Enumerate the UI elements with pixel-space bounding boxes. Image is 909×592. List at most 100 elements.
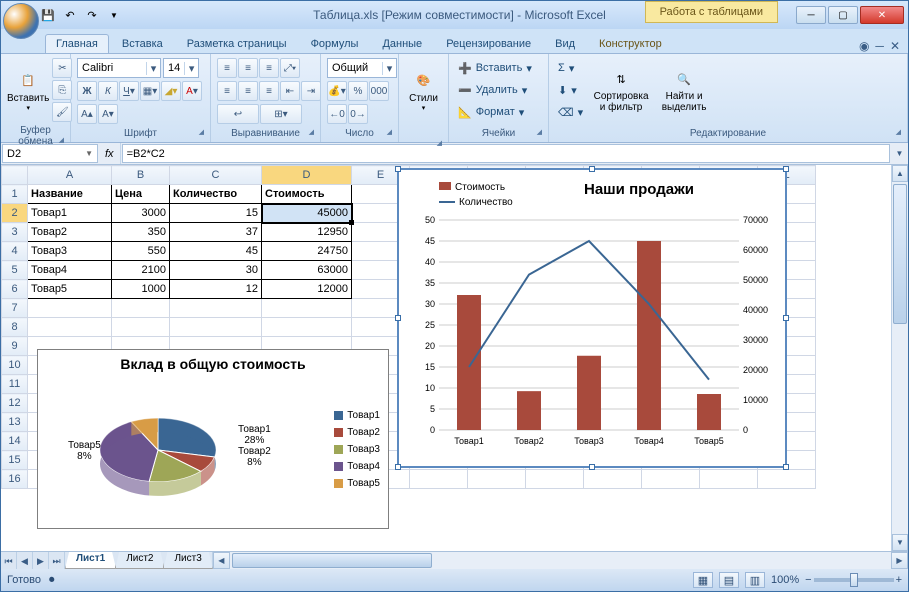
increase-indent-icon[interactable]: ⇥ [301,81,321,101]
zoom-out-icon[interactable]: − [805,574,811,586]
svg-text:40000: 40000 [743,305,768,315]
border-icon[interactable]: ▦▾ [140,81,160,101]
delete-cells-button[interactable]: ➖Удалить▾ [455,80,535,100]
tab-home[interactable]: Главная [45,34,109,53]
zoom-value: 100% [771,574,799,586]
tab-data[interactable]: Данные [371,34,433,53]
autosum-button[interactable]: Σ▾ [555,58,586,78]
find-select-button[interactable]: 🔍 Найти и выделить [656,58,712,122]
prev-sheet-icon[interactable]: ◀ [17,552,33,570]
align-bottom-icon[interactable]: ≡ [259,58,279,78]
group-font-label: Шрифт [75,127,206,140]
group-editing-label: Редактирование [553,127,903,140]
clear-button[interactable]: ⌫▾ [555,102,586,122]
cut-icon[interactable]: ✂ [52,58,72,78]
office-button[interactable] [3,3,39,39]
redo-icon[interactable]: ↷ [83,6,101,24]
help-icon[interactable]: ◉ [859,39,869,53]
currency-icon[interactable]: 💰▾ [327,81,347,101]
comma-icon[interactable]: 000 [369,81,389,101]
sheet-tab-2[interactable]: Лист2 [115,552,164,569]
next-sheet-icon[interactable]: ▶ [33,552,49,570]
grid[interactable]: ABCDEFGHIJKL1НазваниеЦенаКоличествоСтоим… [1,165,891,551]
qat-dropdown-icon[interactable]: ▼ [105,6,123,24]
decrease-font-icon[interactable]: A▾ [98,104,118,124]
svg-text:35: 35 [425,278,435,288]
maximize-button[interactable]: ▢ [828,6,858,24]
decrease-indent-icon[interactable]: ⇤ [280,81,300,101]
align-top-icon[interactable]: ≡ [217,58,237,78]
sort-label: Сортировка и фильтр [594,91,649,113]
align-center-icon[interactable]: ≡ [238,81,258,101]
styles-button[interactable]: 🎨 Стили ▾ [405,58,442,122]
chart-pie[interactable]: Вклад в общую стоимость Товар1Товар2Това… [37,349,389,529]
chart-combo[interactable]: Наши продажиСтоимостьКоличество051015202… [397,168,787,468]
paste-button[interactable]: 📋 Вставить ▾ [7,58,49,122]
zoom-in-icon[interactable]: + [896,574,902,586]
undo-icon[interactable]: ↶ [61,6,79,24]
horizontal-scrollbar[interactable]: ◀ ▶ [212,552,908,569]
formula-expand-icon[interactable]: ▼ [891,143,908,164]
tab-view[interactable]: Вид [544,34,586,53]
wrap-text-icon[interactable]: ↩ [217,104,259,124]
bottom-bar: ⏮ ◀ ▶ ⏭ Лист1 Лист2 Лист3 ◀ ▶ Готово ⏺ ▦… [1,551,908,591]
svg-text:0: 0 [743,425,748,435]
copy-icon[interactable]: ⎘ [52,80,72,100]
minimize-ribbon-icon[interactable]: ─ [875,39,884,53]
bold-icon[interactable]: Ж [77,81,97,101]
save-icon[interactable]: 💾 [39,6,57,24]
formula-input[interactable]: =B2*C2 [122,144,890,163]
scroll-down-icon[interactable]: ▼ [892,534,908,551]
orientation-icon[interactable]: ⤢▾ [280,58,300,78]
decrease-decimal-icon[interactable]: 0→ [348,104,368,124]
normal-view-icon[interactable]: ▦ [693,572,713,588]
pagelayout-view-icon[interactable]: ▤ [719,572,739,588]
align-right-icon[interactable]: ≡ [259,81,279,101]
font-color-icon[interactable]: A▾ [182,81,202,101]
minimize-button[interactable]: ─ [796,6,826,24]
svg-text:20: 20 [425,341,435,351]
font-name-select[interactable]: Calibri▾ [77,58,161,78]
percent-icon[interactable]: % [348,81,368,101]
scroll-right-icon[interactable]: ▶ [891,552,908,569]
tab-review[interactable]: Рецензирование [435,34,542,53]
svg-text:15: 15 [425,362,435,372]
sheet-tab-1[interactable]: Лист1 [65,552,116,569]
format-cells-button[interactable]: 📐Формат▾ [455,102,535,122]
merge-icon[interactable]: ⊞▾ [260,104,302,124]
sort-filter-button[interactable]: ⇅ Сортировка и фильтр [589,58,653,122]
first-sheet-icon[interactable]: ⏮ [1,552,17,570]
font-size-value: 14 [164,62,184,74]
tab-formulas[interactable]: Формулы [300,34,370,53]
vertical-scrollbar[interactable]: ▲ ▼ [891,165,908,551]
font-size-select[interactable]: 14▾ [163,58,199,78]
tab-design[interactable]: Конструктор [588,34,673,53]
close-button[interactable]: ✕ [860,6,904,24]
last-sheet-icon[interactable]: ⏭ [49,552,65,570]
scroll-up-icon[interactable]: ▲ [892,165,908,182]
doc-close-icon[interactable]: ✕ [890,39,900,53]
insert-cells-button[interactable]: ➕Вставить▾ [455,58,535,78]
align-left-icon[interactable]: ≡ [217,81,237,101]
underline-icon[interactable]: Ч▾ [119,81,139,101]
pagebreak-view-icon[interactable]: ▥ [745,572,765,588]
tab-pagelayout[interactable]: Разметка страницы [176,34,298,53]
increase-decimal-icon[interactable]: ←0 [327,104,347,124]
group-styles-label [403,138,444,140]
zoom-slider[interactable]: − + [805,574,902,586]
name-box-value: D2 [7,148,21,160]
sheet-tab-3[interactable]: Лист3 [163,552,212,569]
svg-text:40: 40 [425,257,435,267]
fx-icon[interactable]: fx [105,148,114,160]
scroll-left-icon[interactable]: ◀ [213,552,230,569]
align-middle-icon[interactable]: ≡ [238,58,258,78]
format-painter-icon[interactable]: 🖌 [52,102,72,122]
number-format-select[interactable]: Общий▾ [327,58,397,78]
tab-insert[interactable]: Вставка [111,34,174,53]
increase-font-icon[interactable]: A▴ [77,104,97,124]
italic-icon[interactable]: К [98,81,118,101]
macro-record-icon[interactable]: ⏺ [49,574,55,587]
svg-text:30: 30 [425,299,435,309]
fill-color-icon[interactable]: ◢▾ [161,81,181,101]
fill-button[interactable]: ⬇▾ [555,80,586,100]
